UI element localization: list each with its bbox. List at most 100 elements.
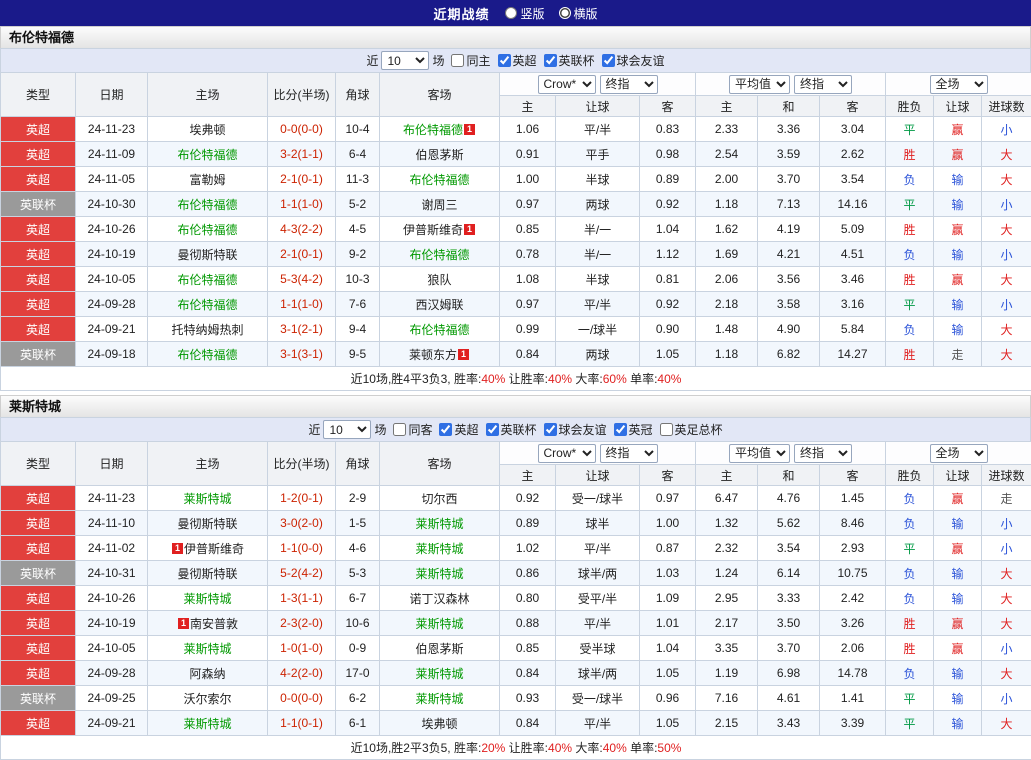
team-name[interactable]: 富勒姆 [189, 173, 225, 187]
filter-option[interactable]: 英超 [432, 421, 478, 438]
team-name[interactable]: 布伦特福德 [409, 248, 469, 262]
team-name[interactable]: 埃弗顿 [421, 717, 457, 731]
team-name[interactable]: 伊普斯维奇 [403, 223, 463, 237]
filter-checkbox[interactable] [660, 423, 673, 436]
avg-away-cell: 1.41 [820, 686, 886, 711]
avg-away-cell: 14.78 [820, 661, 886, 686]
team-name[interactable]: 布伦特福德 [409, 173, 469, 187]
team-name[interactable]: 曼彻斯特联 [177, 517, 237, 531]
team-name[interactable]: 曼彻斯特联 [177, 248, 237, 262]
result-wdl-cell: 平 [886, 192, 934, 217]
match-row: 英超24-10-191南安普敦2-3(2-0)10-6莱斯特城0.88平/半1.… [1, 611, 1031, 636]
team-name[interactable]: 布伦特福德 [177, 298, 237, 312]
layout-option[interactable]: 横版 [559, 5, 598, 22]
header-select[interactable]: 终指 [794, 75, 852, 94]
team-name[interactable]: 布伦特福德 [177, 348, 237, 362]
team-name[interactable]: 切尔西 [421, 492, 457, 506]
filter-checkbox[interactable] [614, 423, 627, 436]
filter-option[interactable]: 英联杯 [479, 421, 537, 438]
sub-column-header: 和 [758, 465, 820, 486]
team-name[interactable]: 莱斯特城 [415, 567, 463, 581]
header-select[interactable]: 平均值 [729, 75, 790, 94]
team-name[interactable]: 莱顿东方 [409, 348, 457, 362]
header-select[interactable]: Crow* [538, 444, 596, 463]
team-name[interactable]: 布伦特福德 [177, 223, 237, 237]
filter-checkbox[interactable] [486, 423, 499, 436]
result-wdl-cell: 胜 [886, 342, 934, 367]
team-name[interactable]: 莱斯特城 [183, 592, 231, 606]
team-name[interactable]: 布伦特福德 [177, 273, 237, 287]
summary-label: 近10场,胜4平3负3, 胜率: [351, 372, 482, 386]
score-cell: 2-3(2-0) [268, 611, 336, 636]
filter-option-label: 英联杯 [501, 421, 537, 438]
avg-home-cell: 1.18 [696, 192, 758, 217]
filter-checkbox[interactable] [602, 54, 615, 67]
header-select[interactable]: 全场 [930, 75, 988, 94]
team-name[interactable]: 莱斯特城 [415, 667, 463, 681]
match-count-select[interactable]: 10 [323, 420, 371, 439]
header-select[interactable]: Crow* [538, 75, 596, 94]
match-count-select[interactable]: 10 [381, 51, 429, 70]
filter-bar: 近10场同主英超英联杯球会友谊 [0, 48, 1031, 72]
team-name[interactable]: 布伦特福德 [177, 198, 237, 212]
team-name[interactable]: 莱斯特城 [183, 717, 231, 731]
filter-checkbox[interactable] [498, 54, 511, 67]
odds-away-cell: 0.87 [640, 536, 696, 561]
team-name[interactable]: 伊普斯维奇 [184, 542, 244, 556]
column-header: 主场 [148, 442, 268, 486]
filter-option[interactable]: 英冠 [607, 421, 653, 438]
filter-checkbox[interactable] [439, 423, 452, 436]
filter-option[interactable]: 英足总杯 [653, 421, 723, 438]
filter-option[interactable]: 球会友谊 [595, 52, 665, 69]
filter-checkbox[interactable] [544, 54, 557, 67]
select-group-header-1: Crow*终指 [500, 73, 696, 96]
team-name[interactable]: 阿森纳 [189, 667, 225, 681]
team-name[interactable]: 托特纳姆热刺 [171, 323, 243, 337]
team-name[interactable]: 莱斯特城 [415, 517, 463, 531]
summary-label: 让胜率: [505, 741, 548, 755]
filter-checkbox[interactable] [451, 54, 464, 67]
header-row-1: 类型日期主场比分(半场)角球客场Crow*终指平均值终指全场 [1, 73, 1031, 96]
team-name[interactable]: 南安普敦 [190, 617, 238, 631]
team-name[interactable]: 埃弗顿 [189, 123, 225, 137]
league-type-cell: 英超 [1, 242, 76, 267]
team-name[interactable]: 莱斯特城 [183, 492, 231, 506]
handicap-cell: 受一/球半 [556, 686, 640, 711]
header-select[interactable]: 平均值 [729, 444, 790, 463]
team-name[interactable]: 伯恩茅斯 [415, 642, 463, 656]
header-select[interactable]: 终指 [794, 444, 852, 463]
team-name[interactable]: 莱斯特城 [183, 642, 231, 656]
header-select[interactable]: 终指 [600, 444, 658, 463]
team-name[interactable]: 狼队 [427, 273, 451, 287]
sub-column-header: 胜负 [886, 96, 934, 117]
away-team-cell: 莱斯特城 [380, 536, 500, 561]
filter-option[interactable]: 英超 [491, 52, 537, 69]
filter-checkbox[interactable] [544, 423, 557, 436]
filter-option[interactable]: 同主 [444, 52, 490, 69]
team-name[interactable]: 西汉姆联 [415, 298, 463, 312]
handicap-cell: 半/一 [556, 217, 640, 242]
filter-option[interactable]: 英联杯 [537, 52, 595, 69]
filter-checkbox[interactable] [393, 423, 406, 436]
header-select[interactable]: 全场 [930, 444, 988, 463]
filter-option[interactable]: 球会友谊 [537, 421, 607, 438]
team-name[interactable]: 伯恩茅斯 [415, 148, 463, 162]
team-name[interactable]: 莱斯特城 [415, 692, 463, 706]
team-name[interactable]: 莱斯特城 [415, 617, 463, 631]
team-name[interactable]: 诺丁汉森林 [409, 592, 469, 606]
header-select[interactable]: 终指 [600, 75, 658, 94]
summary-value: 60% [603, 372, 627, 386]
team-name[interactable]: 曼彻斯特联 [177, 567, 237, 581]
team-name[interactable]: 莱斯特城 [415, 542, 463, 556]
layout-option[interactable]: 竖版 [505, 5, 544, 22]
team-name[interactable]: 布伦特福德 [177, 148, 237, 162]
team-name[interactable]: 布伦特福德 [409, 323, 469, 337]
team-name[interactable]: 布伦特福德 [403, 123, 463, 137]
score-cell: 1-3(1-1) [268, 586, 336, 611]
team-name[interactable]: 谢周三 [421, 198, 457, 212]
team-name[interactable]: 沃尔索尔 [183, 692, 231, 706]
filter-option[interactable]: 同客 [386, 421, 432, 438]
sub-column-header: 主 [696, 96, 758, 117]
layout-radio-2[interactable] [559, 7, 571, 19]
layout-radio-1[interactable] [505, 7, 517, 19]
